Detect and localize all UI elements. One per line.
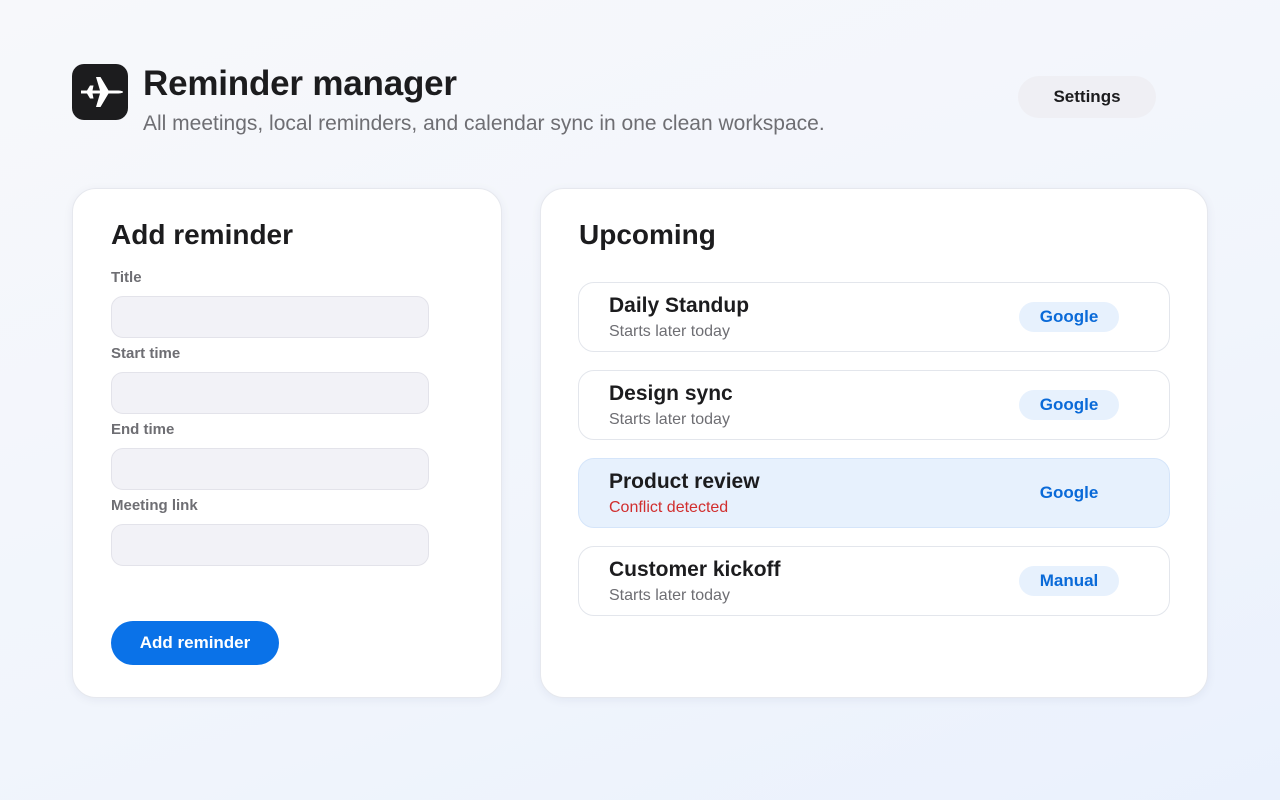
item-status: Starts later today [609,587,730,604]
conflict-status: Conflict detected [609,499,729,516]
end-time-label: End time [111,421,175,438]
page-subtitle: All meetings, local reminders, and calen… [143,112,825,135]
meeting-link-input[interactable] [111,524,429,566]
source-badge: Google [1019,478,1119,508]
end-time-input[interactable] [111,448,429,490]
item-status: Starts later today [609,323,730,340]
upcoming-heading: Upcoming [579,219,716,250]
page-title: Reminder manager [143,64,457,103]
add-reminder-card: Add reminder Title Start time End time M… [72,188,502,698]
add-reminder-heading: Add reminder [111,219,294,250]
upcoming-card: Upcoming Daily Standup Starts later toda… [540,188,1208,698]
list-item[interactable]: Customer kickoff Starts later today Manu… [578,546,1170,616]
list-item[interactable]: Daily Standup Starts later today Google [578,282,1170,352]
source-badge: Manual [1019,566,1119,596]
item-title: Design sync [609,382,733,405]
app-logo [72,64,128,120]
item-title: Customer kickoff [609,558,781,581]
item-title: Daily Standup [609,294,750,317]
list-item[interactable]: Design sync Starts later today Google [578,370,1170,440]
start-time-label: Start time [111,345,181,362]
list-item-conflict[interactable]: Product review Conflict detected Google [578,458,1170,528]
item-title: Product review [609,470,760,493]
source-badge: Google [1019,302,1119,332]
start-time-input[interactable] [111,372,429,414]
settings-button[interactable]: Settings [1018,76,1156,118]
source-badge: Google [1019,390,1119,420]
item-status: Starts later today [609,411,730,428]
title-input[interactable] [111,296,429,338]
meeting-link-label: Meeting link [111,497,198,514]
add-reminder-button[interactable]: Add reminder [111,621,279,665]
title-label: Title [111,269,142,286]
upcoming-list: Daily Standup Starts later today Google … [578,282,1170,634]
airplane-icon [81,77,123,107]
